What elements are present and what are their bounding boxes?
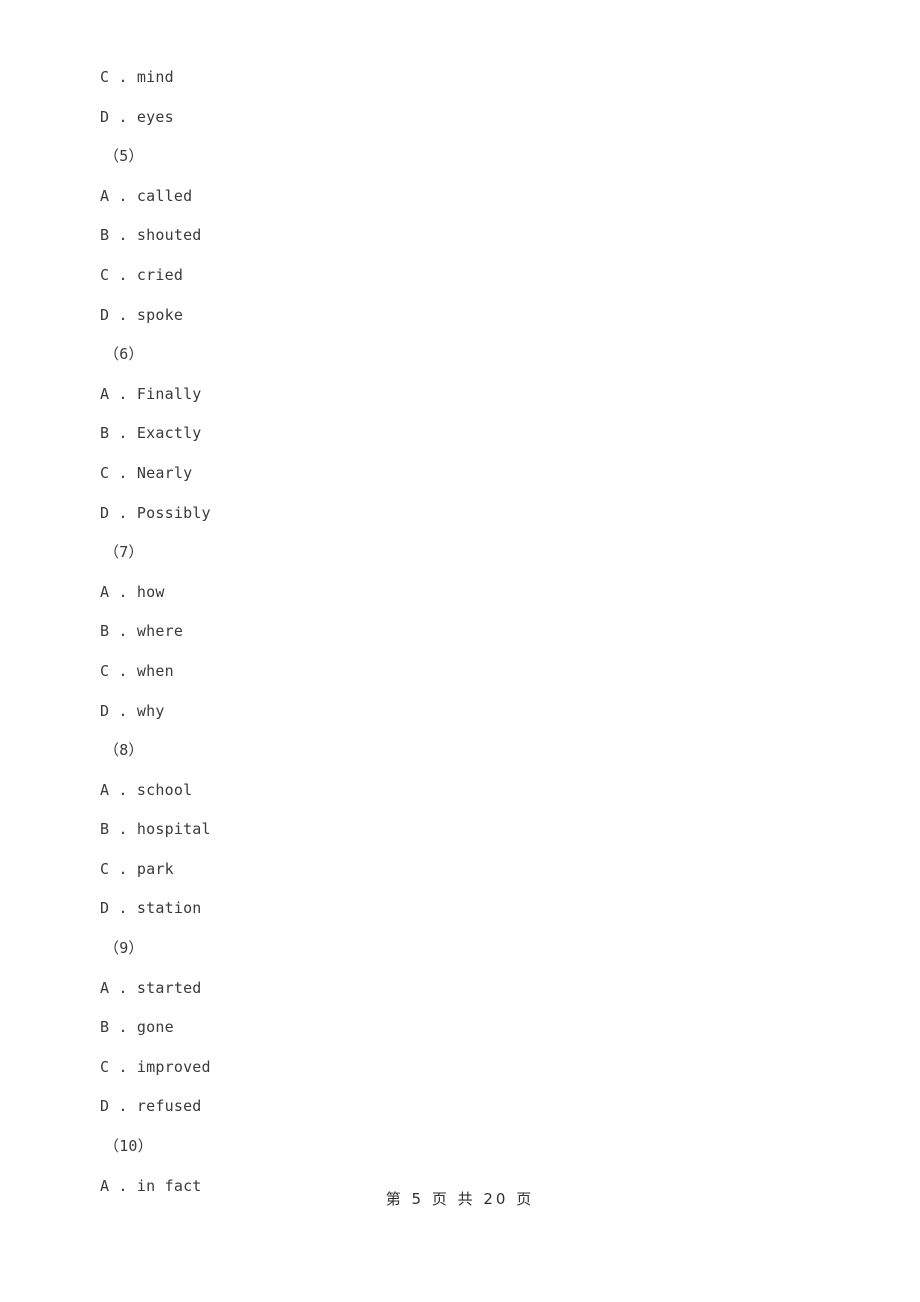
- question-number: （5）: [104, 147, 144, 166]
- answer-option: D . Possibly: [100, 503, 211, 522]
- answer-option: D . station: [100, 899, 202, 918]
- answer-option: C . improved: [100, 1057, 211, 1076]
- answer-option: B . hospital: [100, 820, 211, 839]
- question-number: （9）: [104, 939, 144, 958]
- answer-option: D . eyes: [100, 107, 174, 126]
- answer-option: A . how: [100, 582, 165, 601]
- answer-option: C . park: [100, 859, 174, 878]
- answer-option: B . shouted: [100, 226, 202, 245]
- answer-option: D . spoke: [100, 305, 184, 324]
- answer-option: B . gone: [100, 1018, 174, 1037]
- answer-option: C . cried: [100, 265, 184, 284]
- answer-option: C . mind: [100, 68, 174, 86]
- question-number: （6）: [104, 345, 144, 364]
- question-number: （8）: [104, 741, 144, 760]
- answer-option: A . started: [100, 978, 202, 997]
- answer-option: C . Nearly: [100, 463, 193, 482]
- document-page: C . mind D . eyes （5） A . called B . shouted…: [0, 0, 920, 1302]
- page-footer: 第 5 页 共 20 页: [385, 1190, 535, 1208]
- answer-option: B . where: [100, 622, 184, 641]
- question-number: （10）: [104, 1137, 153, 1156]
- answer-option: D . refused: [100, 1097, 202, 1116]
- answer-option: A . called: [100, 186, 193, 205]
- answer-option: C . when: [100, 661, 174, 680]
- answer-option: A . school: [100, 780, 193, 799]
- question-number: （7）: [104, 543, 144, 562]
- answer-option: A . Finally: [100, 384, 202, 403]
- question-options-list: C . mind D . eyes （5） A . called B . shouted…: [100, 58, 800, 1206]
- answer-option: B . Exactly: [100, 424, 202, 443]
- answer-option: D . why: [100, 701, 165, 720]
